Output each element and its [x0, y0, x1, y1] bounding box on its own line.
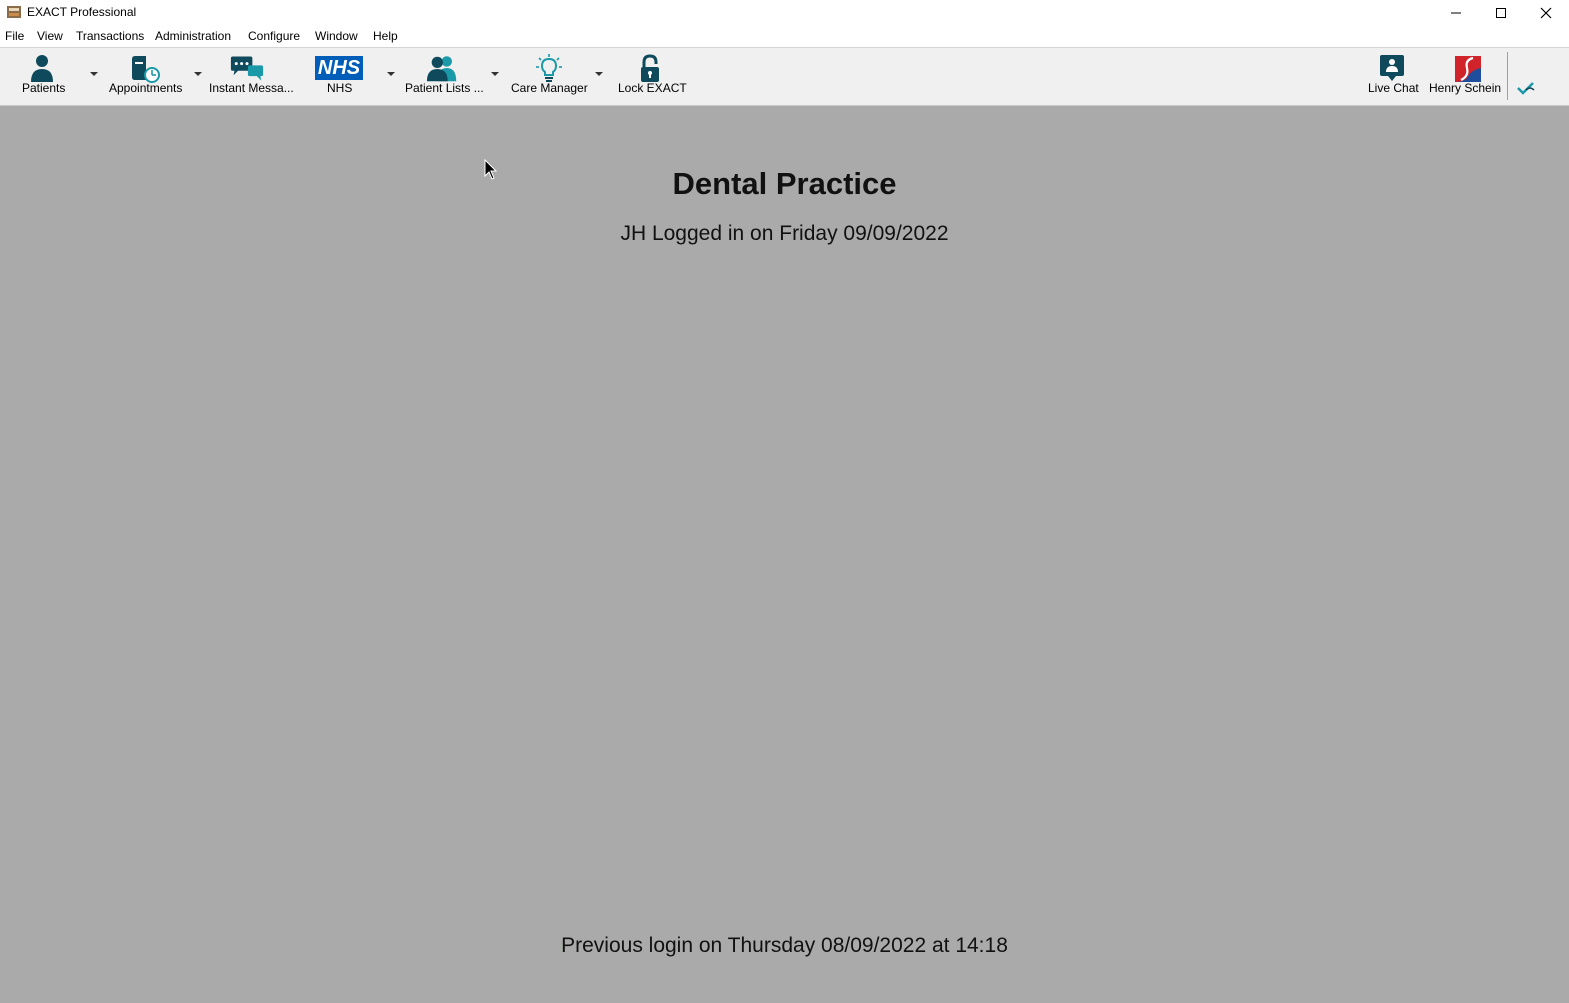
login-status: JH Logged in on Friday 09/09/2022 [620, 222, 949, 245]
appointments-dropdown-arrow[interactable] [194, 72, 202, 76]
care-manager-dropdown-arrow[interactable] [595, 72, 603, 76]
appointments-button[interactable]: Appointments [104, 48, 190, 104]
toolbar-separator [1507, 52, 1508, 100]
checkmark-icon[interactable] [1516, 80, 1536, 96]
patient-lists-button[interactable]: Patient Lists ... [400, 48, 488, 104]
lock-exact-button[interactable]: Lock EXACT [612, 48, 690, 104]
patient-group-icon [426, 56, 457, 82]
menu-transactions[interactable]: Transactions [76, 29, 144, 43]
menu-bar: File View Transactions Administration Co… [0, 26, 1569, 48]
close-icon [1540, 7, 1552, 19]
live-chat-button[interactable]: Live Chat [1362, 48, 1422, 104]
padlock-icon [641, 54, 659, 82]
menu-administration[interactable]: Administration [155, 29, 231, 43]
app-icon [7, 6, 21, 18]
patients-label: Patients [22, 81, 66, 95]
henry-schein-button[interactable]: Henry Schein [1425, 48, 1505, 104]
lightbulb-icon [536, 54, 562, 82]
patients-dropdown-arrow[interactable] [90, 72, 98, 76]
live-chat-icon [1380, 55, 1404, 81]
menu-view[interactable]: View [37, 29, 63, 43]
instant-messages-label: Instant Messa... [209, 81, 294, 95]
patients-button[interactable]: Patients [14, 48, 86, 104]
nhs-logo-icon: NHS [315, 56, 363, 80]
menu-help[interactable]: Help [373, 29, 398, 43]
henry-schein-label: Henry Schein [1429, 81, 1502, 95]
patient-icon [31, 55, 53, 82]
henry-schein-logo-icon [1455, 56, 1481, 82]
nhs-label: NHS [327, 81, 353, 95]
maximize-button[interactable] [1478, 0, 1524, 26]
menu-file[interactable]: File [5, 29, 24, 43]
nhs-button[interactable]: NHS NHS [310, 48, 376, 104]
minimize-button[interactable] [1433, 0, 1479, 26]
main-workspace: Dental Practice JH Logged in on Friday 0… [0, 106, 1569, 1003]
window-title: EXACT Professional [27, 5, 137, 19]
menu-window[interactable]: Window [315, 29, 358, 43]
close-button[interactable] [1523, 0, 1569, 26]
live-chat-label: Live Chat [1368, 81, 1419, 95]
maximize-icon [1496, 8, 1506, 18]
appointments-label: Appointments [109, 81, 183, 95]
minimize-icon [1451, 12, 1461, 14]
menu-configure[interactable]: Configure [248, 29, 300, 43]
patient-lists-dropdown-arrow[interactable] [491, 72, 499, 76]
toolbar: Patients Appointments Instant Messa... N… [0, 48, 1569, 106]
patient-lists-label: Patient Lists ... [405, 81, 484, 95]
mouse-cursor-icon [484, 159, 498, 180]
appointment-book-icon [132, 56, 160, 83]
lock-exact-label: Lock EXACT [618, 81, 687, 95]
instant-messages-button[interactable]: Instant Messa... [206, 48, 294, 104]
practice-name: Dental Practice [672, 166, 897, 201]
care-manager-label: Care Manager [511, 81, 588, 95]
chat-bubbles-icon [230, 56, 264, 81]
care-manager-button[interactable]: Care Manager [506, 48, 592, 104]
previous-login: Previous login on Thursday 08/09/2022 at… [561, 934, 1008, 957]
title-bar: EXACT Professional [0, 0, 1569, 26]
nhs-dropdown-arrow[interactable] [387, 72, 395, 76]
